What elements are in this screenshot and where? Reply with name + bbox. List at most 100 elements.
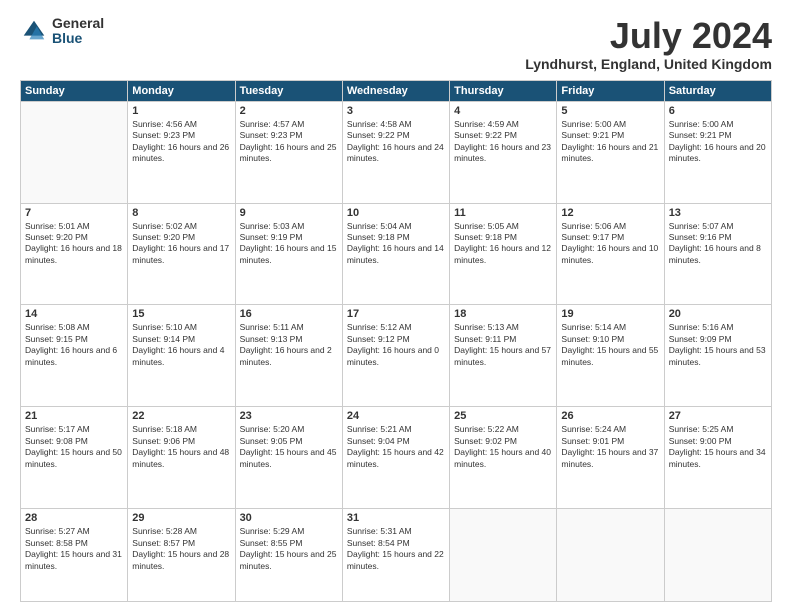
day-number: 21 [25, 410, 123, 422]
calendar-cell [557, 509, 664, 602]
calendar-cell: 17 Sunrise: 5:12 AMSunset: 9:12 PMDayligh… [342, 305, 449, 407]
day-detail: Sunrise: 5:22 AMSunset: 9:02 PMDaylight:… [454, 424, 551, 468]
day-number: 2 [240, 105, 338, 117]
day-detail: Sunrise: 5:31 AMSunset: 8:54 PMDaylight:… [347, 526, 444, 570]
day-detail: Sunrise: 5:12 AMSunset: 9:12 PMDaylight:… [347, 322, 439, 366]
day-number: 4 [454, 105, 552, 117]
day-detail: Sunrise: 5:01 AMSunset: 9:20 PMDaylight:… [25, 221, 122, 265]
day-detail: Sunrise: 4:56 AMSunset: 9:23 PMDaylight:… [132, 119, 229, 163]
calendar-cell: 23Sunrise: 5:20 AMSunset: 9:05 PMDayligh… [235, 407, 342, 509]
day-number: 1 [132, 105, 230, 117]
calendar-cell: 12 Sunrise: 5:06 AMSunset: 9:17 PMDayligh… [557, 203, 664, 305]
calendar-cell: 26Sunrise: 5:24 AMSunset: 9:01 PMDayligh… [557, 407, 664, 509]
logo-text: General Blue [52, 16, 104, 47]
day-number: 30 [240, 512, 338, 524]
day-number: 16 [240, 308, 338, 320]
weekday-header-row: SundayMondayTuesdayWednesdayThursdayFrid… [21, 80, 772, 101]
calendar-cell: 3 Sunrise: 4:58 AMSunset: 9:22 PMDaylight… [342, 101, 449, 203]
calendar-cell: 24 Sunrise: 5:21 AMSunset: 9:04 PMDayligh… [342, 407, 449, 509]
calendar-cell: 28 Sunrise: 5:27 AMSunset: 8:58 PMDayligh… [21, 509, 128, 602]
day-number: 23 [240, 410, 338, 422]
day-detail: Sunrise: 5:03 AMSunset: 9:19 PMDaylight:… [240, 221, 337, 265]
day-detail: Sunrise: 5:10 AMSunset: 9:14 PMDaylight:… [132, 322, 224, 366]
calendar-cell: 13 Sunrise: 5:07 AMSunset: 9:16 PMDayligh… [664, 203, 771, 305]
calendar-cell: 4 Sunrise: 4:59 AMSunset: 9:22 PMDaylight… [450, 101, 557, 203]
day-number: 12 [561, 207, 659, 219]
calendar-cell: 5Sunrise: 5:00 AMSunset: 9:21 PMDaylight… [557, 101, 664, 203]
day-number: 24 [347, 410, 445, 422]
day-detail: Sunrise: 5:05 AMSunset: 9:18 PMDaylight:… [454, 221, 551, 265]
calendar-cell [21, 101, 128, 203]
day-detail: Sunrise: 5:18 AMSunset: 9:06 PMDaylight:… [132, 424, 229, 468]
day-number: 3 [347, 105, 445, 117]
day-number: 5 [561, 105, 659, 117]
calendar-cell: 1 Sunrise: 4:56 AMSunset: 9:23 PMDaylight… [128, 101, 235, 203]
calendar-cell: 27Sunrise: 5:25 AMSunset: 9:00 PMDayligh… [664, 407, 771, 509]
day-number: 18 [454, 308, 552, 320]
day-number: 15 [132, 308, 230, 320]
day-number: 7 [25, 207, 123, 219]
day-number: 25 [454, 410, 552, 422]
calendar-cell: 18 Sunrise: 5:13 AMSunset: 9:11 PMDayligh… [450, 305, 557, 407]
calendar-cell: 25 Sunrise: 5:22 AMSunset: 9:02 PMDayligh… [450, 407, 557, 509]
day-number: 29 [132, 512, 230, 524]
calendar-cell: 11 Sunrise: 5:05 AMSunset: 9:18 PMDayligh… [450, 203, 557, 305]
calendar-cell: 2Sunrise: 4:57 AMSunset: 9:23 PMDaylight… [235, 101, 342, 203]
day-detail: Sunrise: 5:29 AMSunset: 8:55 PMDaylight:… [240, 526, 337, 570]
day-detail: Sunrise: 4:58 AMSunset: 9:22 PMDaylight:… [347, 119, 444, 163]
day-detail: Sunrise: 5:25 AMSunset: 9:00 PMDaylight:… [669, 424, 766, 468]
day-detail: Sunrise: 5:07 AMSunset: 9:16 PMDaylight:… [669, 221, 761, 265]
day-detail: Sunrise: 5:02 AMSunset: 9:20 PMDaylight:… [132, 221, 229, 265]
calendar-cell: 9 Sunrise: 5:03 AMSunset: 9:19 PMDaylight… [235, 203, 342, 305]
day-detail: Sunrise: 5:04 AMSunset: 9:18 PMDaylight:… [347, 221, 444, 265]
day-detail: Sunrise: 5:11 AMSunset: 9:13 PMDaylight:… [240, 322, 332, 366]
calendar-cell: 31 Sunrise: 5:31 AMSunset: 8:54 PMDayligh… [342, 509, 449, 602]
day-number: 14 [25, 308, 123, 320]
day-detail: Sunrise: 5:28 AMSunset: 8:57 PMDaylight:… [132, 526, 229, 570]
weekday-header-thursday: Thursday [450, 80, 557, 101]
weekday-header-friday: Friday [557, 80, 664, 101]
day-detail: Sunrise: 5:13 AMSunset: 9:11 PMDaylight:… [454, 322, 551, 366]
day-number: 22 [132, 410, 230, 422]
logo: General Blue [20, 16, 104, 47]
day-detail: Sunrise: 5:08 AMSunset: 9:15 PMDaylight:… [25, 322, 117, 366]
calendar-table: SundayMondayTuesdayWednesdayThursdayFrid… [20, 80, 772, 602]
day-detail: Sunrise: 4:59 AMSunset: 9:22 PMDaylight:… [454, 119, 551, 163]
day-number: 20 [669, 308, 767, 320]
day-number: 8 [132, 207, 230, 219]
day-detail: Sunrise: 5:27 AMSunset: 8:58 PMDaylight:… [25, 526, 122, 570]
day-number: 17 [347, 308, 445, 320]
day-detail: Sunrise: 5:14 AMSunset: 9:10 PMDaylight:… [561, 322, 658, 366]
calendar-cell [664, 509, 771, 602]
day-detail: Sunrise: 5:16 AMSunset: 9:09 PMDaylight:… [669, 322, 766, 366]
week-row-5: 28 Sunrise: 5:27 AMSunset: 8:58 PMDayligh… [21, 509, 772, 602]
calendar-cell: 16 Sunrise: 5:11 AMSunset: 9:13 PMDayligh… [235, 305, 342, 407]
header: General Blue July 2024 Lyndhurst, Englan… [20, 16, 772, 72]
weekday-header-sunday: Sunday [21, 80, 128, 101]
day-number: 10 [347, 207, 445, 219]
weekday-header-monday: Monday [128, 80, 235, 101]
calendar-cell: 15 Sunrise: 5:10 AMSunset: 9:14 PMDayligh… [128, 305, 235, 407]
week-row-2: 7 Sunrise: 5:01 AMSunset: 9:20 PMDaylight… [21, 203, 772, 305]
title-section: July 2024 Lyndhurst, England, United Kin… [525, 16, 772, 72]
main-title: July 2024 [525, 16, 772, 56]
day-detail: Sunrise: 5:17 AMSunset: 9:08 PMDaylight:… [25, 424, 122, 468]
calendar-cell: 21 Sunrise: 5:17 AMSunset: 9:08 PMDayligh… [21, 407, 128, 509]
day-number: 13 [669, 207, 767, 219]
day-detail: Sunrise: 5:06 AMSunset: 9:17 PMDaylight:… [561, 221, 658, 265]
weekday-header-saturday: Saturday [664, 80, 771, 101]
subtitle: Lyndhurst, England, United Kingdom [525, 56, 772, 72]
week-row-3: 14 Sunrise: 5:08 AMSunset: 9:15 PMDayligh… [21, 305, 772, 407]
day-number: 31 [347, 512, 445, 524]
calendar-cell: 22 Sunrise: 5:18 AMSunset: 9:06 PMDayligh… [128, 407, 235, 509]
day-number: 6 [669, 105, 767, 117]
logo-general: General [52, 16, 104, 31]
day-number: 11 [454, 207, 552, 219]
page: General Blue July 2024 Lyndhurst, Englan… [0, 0, 792, 612]
day-number: 28 [25, 512, 123, 524]
day-detail: Sunrise: 5:24 AMSunset: 9:01 PMDaylight:… [561, 424, 658, 468]
day-detail: Sunrise: 5:21 AMSunset: 9:04 PMDaylight:… [347, 424, 444, 468]
calendar-cell: 6Sunrise: 5:00 AMSunset: 9:21 PMDaylight… [664, 101, 771, 203]
day-number: 9 [240, 207, 338, 219]
calendar-cell: 30 Sunrise: 5:29 AMSunset: 8:55 PMDayligh… [235, 509, 342, 602]
